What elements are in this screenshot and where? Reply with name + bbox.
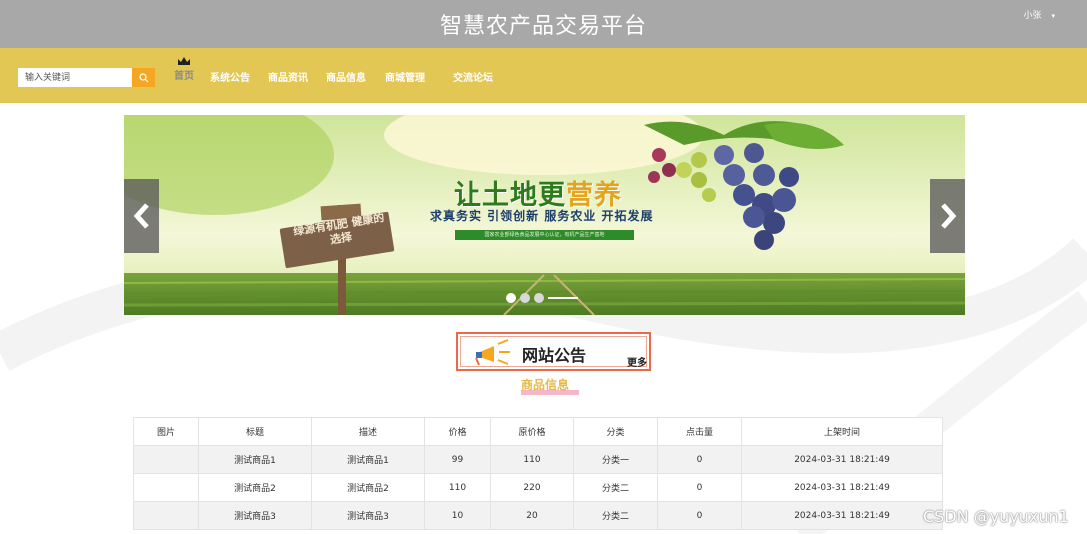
product-image-cell — [133, 473, 199, 502]
column-header-listed-time: 上架时间 — [741, 417, 943, 446]
product-table: 图片 标题 描述 价格 原价格 分类 点击量 上架时间 测试商品1 测试商品1 … — [133, 417, 943, 530]
top-header: 智慧农产品交易平台 小张 ▾ — [0, 0, 1087, 48]
banner-subline: 求真务实 引领创新 服务农业 开拓发展 — [430, 209, 654, 223]
nav-home[interactable]: 首页 — [172, 56, 196, 82]
nav-item-product-info[interactable]: 商品信息 — [326, 69, 366, 84]
product-title: 测试商品3 — [198, 501, 312, 530]
product-title: 测试商品1 — [198, 445, 312, 474]
csdn-watermark: CSDN @yuyuxun1 — [923, 507, 1069, 526]
megaphone-icon — [475, 339, 510, 366]
banner-strip: 国家农业部绿色食品发展中心认证，有机产品生产基地 — [455, 230, 634, 240]
product-original-price: 110 — [490, 445, 574, 474]
carousel-dot[interactable] — [534, 293, 544, 303]
product-original-price: 220 — [490, 473, 574, 502]
section-title: 商品信息 — [521, 378, 570, 392]
notice-more-link[interactable]: 更多 — [627, 354, 647, 369]
product-category: 分类二 — [573, 501, 658, 530]
product-description: 测试商品1 — [311, 445, 425, 474]
product-price: 110 — [424, 473, 491, 502]
product-title: 测试商品2 — [198, 473, 312, 502]
search-button[interactable] — [132, 68, 155, 87]
site-title: 智慧农产品交易平台 — [439, 14, 647, 39]
product-listed-time: 2024-03-31 18:21:49 — [741, 501, 943, 530]
chevron-right-icon — [940, 203, 956, 229]
table-row[interactable]: 测试商品1 测试商品1 99 110 分类一 0 2024-03-31 18:2… — [133, 445, 943, 474]
column-header-title: 标题 — [198, 417, 312, 446]
product-clicks: 0 — [657, 445, 742, 474]
carousel-indicator-line — [548, 297, 578, 299]
table-header-row: 图片 标题 描述 价格 原价格 分类 点击量 上架时间 — [133, 417, 943, 446]
notice-title: 网站公告 — [522, 346, 587, 365]
product-original-price: 20 — [490, 501, 574, 530]
nav-home-label: 首页 — [174, 71, 194, 82]
navigation-bar: 首页 系统公告 商品资讯 商品信息 商城管理 交流论坛 — [0, 48, 1087, 103]
product-listed-time: 2024-03-31 18:21:49 — [741, 445, 943, 474]
product-category: 分类一 — [573, 445, 658, 474]
carousel-dot[interactable] — [520, 293, 530, 303]
user-name: 小张 — [1023, 11, 1042, 21]
product-description: 测试商品3 — [311, 501, 425, 530]
column-header-clicks: 点击量 — [657, 417, 742, 446]
product-listed-time: 2024-03-31 18:21:49 — [741, 473, 943, 502]
table-row[interactable]: 测试商品3 测试商品3 10 20 分类二 0 2024-03-31 18:21… — [133, 501, 943, 530]
column-header-image: 图片 — [133, 417, 199, 446]
chevron-down-icon: ▾ — [1051, 12, 1055, 20]
table-row[interactable]: 测试商品2 测试商品2 110 220 分类二 0 2024-03-31 18:… — [133, 473, 943, 502]
search-icon — [138, 72, 148, 82]
notice-box[interactable]: 网站公告 更多 — [456, 332, 651, 371]
column-header-original-price: 原价格 — [490, 417, 574, 446]
product-image-cell — [133, 445, 199, 474]
product-price: 99 — [424, 445, 491, 474]
product-image-cell — [133, 501, 199, 530]
crown-icon — [178, 57, 190, 65]
carousel-next-button[interactable] — [930, 179, 965, 253]
column-header-description: 描述 — [311, 417, 425, 446]
product-description: 测试商品2 — [311, 473, 425, 502]
nav-item-product-news[interactable]: 商品资讯 — [268, 69, 308, 84]
product-clicks: 0 — [657, 501, 742, 530]
column-header-price: 价格 — [424, 417, 491, 446]
banner-carousel: 让土地更营养 求真务实 引领创新 服务农业 开拓发展 国家农业部绿色食品发展中心… — [124, 115, 965, 315]
user-menu[interactable]: 小张 ▾ — [1023, 8, 1055, 21]
product-price: 10 — [424, 501, 491, 530]
carousel-dot[interactable] — [506, 293, 516, 303]
carousel-indicators — [506, 293, 578, 303]
product-category: 分类二 — [573, 473, 658, 502]
column-header-category: 分类 — [573, 417, 658, 446]
search-input[interactable] — [18, 68, 132, 87]
nav-item-mall-management[interactable]: 商城管理 — [385, 69, 425, 84]
nav-item-forum[interactable]: 交流论坛 — [453, 69, 493, 84]
chevron-left-icon — [133, 203, 149, 229]
product-clicks: 0 — [657, 473, 742, 502]
carousel-prev-button[interactable] — [124, 179, 159, 253]
nav-item-announcements[interactable]: 系统公告 — [210, 69, 250, 84]
